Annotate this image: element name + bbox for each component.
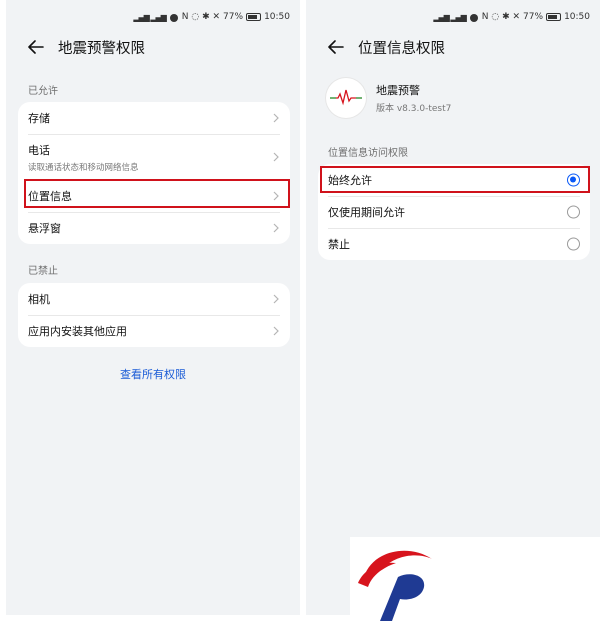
app-name: 地震预警 (376, 84, 420, 97)
permissions-screen: ▂▄▆ ▂▄▆ N ◌ ✱ ✕ 77% 10:50 地震预警权限 已允许 存储 … (6, 0, 300, 615)
chevron-right-icon (273, 191, 279, 201)
permission-item-floating-window[interactable]: 悬浮窗 (18, 212, 290, 244)
allowed-section-label: 已允许 (28, 86, 58, 97)
earthquake-wave-logo-icon (326, 78, 366, 118)
location-permission-screen: ▂▄▆ ▂▄▆ N ◌ ✱ ✕ 77% 10:50 位置信息权限 地震预警 版本… (306, 0, 600, 615)
option-always-allow[interactable]: 始终允许 (318, 164, 590, 196)
site-logo-icon (358, 550, 432, 621)
permission-label: 位置信息 (28, 190, 72, 203)
battery-icon (546, 13, 562, 21)
option-label: 仅使用期间允许 (328, 206, 405, 219)
option-label: 禁止 (328, 238, 350, 251)
option-allow-while-using[interactable]: 仅使用期间允许 (318, 196, 590, 228)
permission-label: 悬浮窗 (28, 222, 61, 235)
signal-icon: ▂▄▆ ▂▄▆ (133, 12, 166, 22)
denied-permissions-card: 相机 应用内安装其他应用 (18, 283, 290, 347)
permission-label: 电话 (28, 143, 50, 157)
battery-text: 77% (523, 12, 544, 22)
chevron-right-icon (273, 113, 279, 123)
radio-button-icon[interactable] (567, 173, 580, 187)
permission-label: 应用内安装其他应用 (28, 325, 127, 338)
clock: 10:50 (564, 12, 590, 22)
nfc-icon: N ◌ ✱ ✕ (481, 12, 521, 22)
chevron-right-icon (273, 152, 279, 162)
clock: 10:50 (264, 12, 290, 22)
app-header: 地震预警 版本 v8.3.0-test7 (326, 78, 451, 118)
radio-button-icon[interactable] (567, 205, 580, 219)
back-arrow-icon[interactable] (326, 37, 346, 57)
nfc-icon: N ◌ ✱ ✕ (181, 12, 221, 22)
page-title: 位置信息权限 (358, 40, 445, 57)
status-bar: ▂▄▆ ▂▄▆ N ◌ ✱ ✕ 77% 10:50 (433, 10, 590, 24)
permission-item-location[interactable]: 位置信息 (18, 180, 290, 212)
allowed-permissions-card: 存储 电话 读取通话状态和移动网络信息 位置信息 悬浮窗 (18, 102, 290, 244)
option-label: 始终允许 (328, 174, 372, 187)
app-version: 版本 v8.3.0-test7 (376, 104, 452, 114)
battery-text: 77% (223, 12, 244, 22)
signal-icon: ▂▄▆ ▂▄▆ (433, 12, 466, 22)
title-bar: 位置信息权限 (326, 36, 445, 58)
status-bar: ▂▄▆ ▂▄▆ N ◌ ✱ ✕ 77% 10:50 (133, 10, 290, 24)
view-all-permissions-link[interactable]: 查看所有权限 (6, 366, 300, 382)
page-title: 地震预警权限 (58, 40, 145, 57)
wifi-icon (469, 13, 478, 22)
denied-section-label: 已禁止 (28, 266, 58, 277)
chevron-right-icon (273, 294, 279, 304)
location-access-section-label: 位置信息访问权限 (328, 148, 408, 159)
wifi-icon (169, 13, 178, 22)
radio-button-icon[interactable] (567, 237, 580, 251)
permission-sublabel: 读取通话状态和移动网络信息 (28, 162, 139, 173)
permission-item-install-apps[interactable]: 应用内安装其他应用 (18, 315, 290, 347)
battery-icon (246, 13, 262, 21)
permission-item-camera[interactable]: 相机 (18, 283, 290, 315)
chevron-right-icon (273, 223, 279, 233)
watermark-logo (350, 537, 600, 621)
location-options-card: 始终允许 仅使用期间允许 禁止 (318, 164, 590, 260)
permission-item-storage[interactable]: 存储 (18, 102, 290, 134)
permission-label: 存储 (28, 112, 50, 125)
back-arrow-icon[interactable] (26, 37, 46, 57)
title-bar: 地震预警权限 (26, 36, 145, 58)
option-deny[interactable]: 禁止 (318, 228, 590, 260)
permission-item-phone[interactable]: 电话 读取通话状态和移动网络信息 (18, 134, 290, 180)
chevron-right-icon (273, 326, 279, 336)
permission-label: 相机 (28, 293, 50, 306)
